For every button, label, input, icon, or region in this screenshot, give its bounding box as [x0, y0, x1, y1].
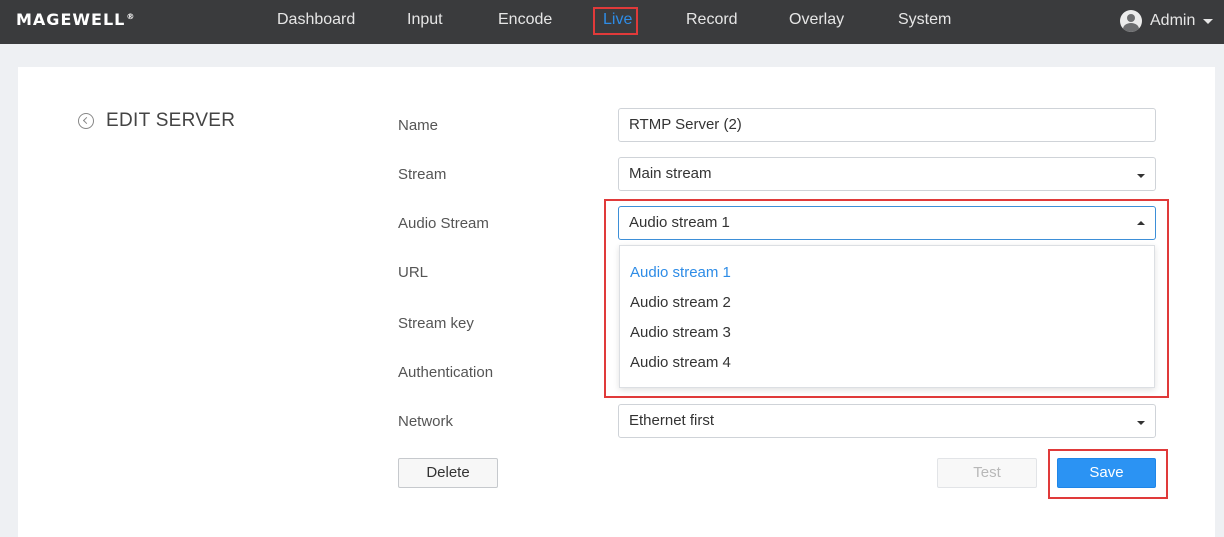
stream-select[interactable]: Main stream [618, 157, 1156, 191]
nav-overlay[interactable]: Overlay [789, 11, 844, 29]
audio-stream-label: Audio Stream [398, 215, 489, 232]
save-highlight-box [1048, 449, 1168, 499]
nav-live-highlight-box [593, 7, 638, 35]
url-label: URL [398, 264, 429, 281]
name-label: Name [398, 117, 439, 134]
top-navigation-bar: MAGEWELL® Dashboard Input Encode Live Re… [0, 0, 1224, 44]
back-to-list[interactable]: EDIT SERVER [78, 110, 235, 132]
delete-button[interactable]: Delete [398, 458, 498, 488]
stream-select-value: Main stream [629, 165, 712, 182]
chevron-down-icon [1137, 421, 1145, 425]
network-select-value: Ethernet first [629, 412, 715, 429]
nav-encode[interactable]: Encode [498, 11, 552, 29]
logo-text: MAGEWELL [16, 10, 126, 29]
stream-label: Stream [398, 166, 447, 183]
name-input[interactable]: RTMP Server (2) [618, 108, 1156, 142]
back-circle-icon [78, 113, 94, 129]
nav-input[interactable]: Input [407, 11, 443, 29]
authentication-label: Authentication [398, 364, 494, 381]
network-label: Network [398, 413, 454, 430]
chevron-down-icon [1203, 18, 1214, 24]
registered-mark: ® [126, 11, 136, 21]
audio-stream-highlight-box [604, 199, 1169, 398]
magewell-logo[interactable]: MAGEWELL® [16, 10, 135, 29]
test-button[interactable]: Test [937, 458, 1037, 488]
page-title: EDIT SERVER [106, 110, 236, 131]
user-name: Admin [1150, 12, 1196, 29]
nav-dashboard[interactable]: Dashboard [277, 11, 355, 29]
user-menu[interactable]: Admin [1120, 10, 1214, 32]
chevron-down-icon [1137, 174, 1145, 178]
user-avatar-icon [1120, 10, 1142, 32]
nav-record[interactable]: Record [686, 11, 738, 29]
stream-key-label: Stream key [398, 315, 474, 332]
nav-system[interactable]: System [898, 11, 951, 29]
network-select[interactable]: Ethernet first [618, 404, 1156, 438]
